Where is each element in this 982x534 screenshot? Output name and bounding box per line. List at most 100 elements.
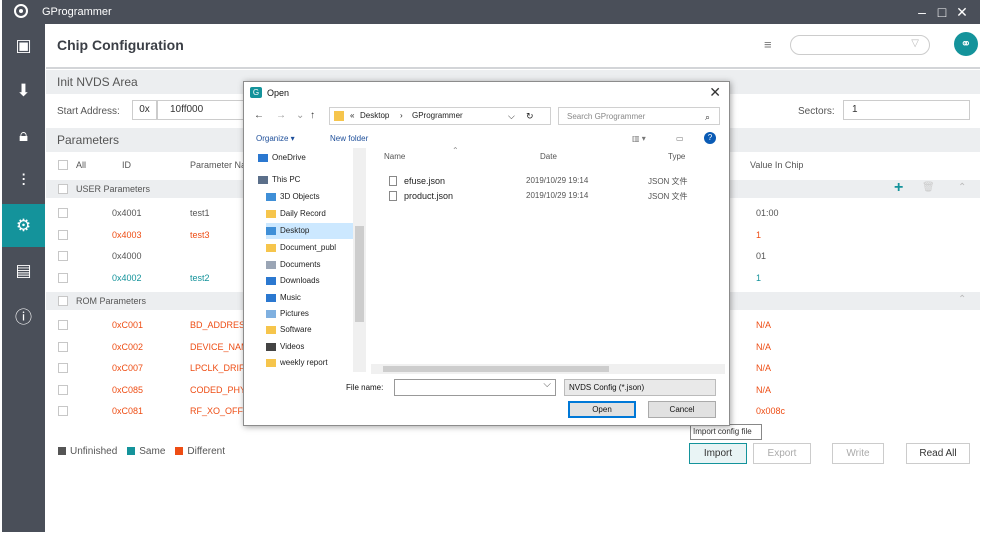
tree-item-software[interactable]: Software (266, 322, 354, 338)
tree-scrollbar[interactable] (353, 148, 366, 372)
row-checkbox[interactable] (58, 341, 68, 352)
row-checkbox[interactable] (58, 406, 68, 416)
forward-icon[interactable]: → (276, 110, 286, 121)
minimize-button[interactable]: – (912, 1, 932, 23)
new-folder-button[interactable]: New folder (330, 134, 368, 143)
tree-item-onedrive[interactable]: OneDrive (258, 150, 354, 166)
tree-item-this-pc[interactable]: This PC (258, 172, 354, 188)
select-all-checkbox[interactable] (58, 160, 68, 170)
row-checkbox[interactable] (58, 363, 68, 373)
row-checkbox[interactable] (58, 229, 68, 240)
folder-icon (266, 192, 276, 201)
sidebar-item-info[interactable]: ⓘ (2, 294, 45, 337)
help-icon[interactable]: ? (704, 132, 716, 144)
row-checkbox[interactable] (58, 208, 68, 218)
refresh-icon[interactable]: ↻ (526, 111, 534, 122)
row-checkbox[interactable] (58, 272, 68, 283)
close-button[interactable]: ✕ (952, 1, 972, 23)
tree-item-music[interactable]: Music (266, 290, 354, 306)
param-id: 0xC081 (112, 406, 144, 416)
legend-unfinished: Unfinished (58, 446, 117, 457)
group-checkbox[interactable] (58, 296, 68, 306)
dialog-close-icon[interactable]: ✕ (709, 84, 721, 101)
tree-item-desktop[interactable]: Desktop (266, 223, 354, 239)
up-icon[interactable]: ↑ (310, 110, 315, 121)
param-id: 0x4000 (112, 251, 142, 261)
col-date[interactable]: Date (540, 152, 557, 161)
collapse-icon[interactable]: ⌃ (958, 182, 966, 193)
path-bar[interactable]: « Desktop › GProgrammer ⌵ ↻ (329, 107, 551, 125)
file-name-label: File name: (346, 383, 384, 392)
read-all-button[interactable]: Read All (906, 443, 970, 464)
maximize-button[interactable]: □ (932, 1, 952, 23)
collapse-icon[interactable]: ⌃ (958, 294, 966, 305)
write-button[interactable]: Write (832, 443, 884, 464)
add-icon[interactable]: + (894, 179, 903, 197)
folder-icon (266, 226, 276, 235)
sidebar-item-chip-config[interactable]: ⚙ (2, 204, 45, 247)
tree-item-3d-objects[interactable]: 3D Objects (266, 189, 354, 205)
dialog-nav-bar: ← → ⌄ ↑ « Desktop › GProgrammer ⌵ ↻ Sear… (244, 104, 729, 128)
sidebar-item-clipboard[interactable]: ▤ (2, 249, 45, 292)
param-value: N/A (756, 320, 772, 330)
row-checkbox[interactable] (58, 320, 68, 330)
param-name: test2 (190, 272, 210, 283)
organize-menu[interactable]: Organize ▾ (256, 134, 295, 143)
file-type-select[interactable]: NVDS Config (*.json) (564, 379, 716, 396)
tree-item-pictures[interactable]: Pictures (266, 306, 354, 322)
param-name: CODED_PHY_ (190, 384, 252, 395)
row-checkbox[interactable] (58, 384, 68, 395)
tree-item-videos[interactable]: Videos (266, 339, 354, 355)
sidebar-item-chip[interactable]: ▣ (2, 24, 45, 67)
param-value: N/A (756, 384, 772, 395)
search-input[interactable]: ▽ (790, 35, 930, 55)
sidebar-item-download[interactable]: ⬇ (2, 69, 45, 112)
path-sep: › (400, 111, 403, 120)
import-button[interactable]: Import (689, 443, 747, 464)
app-logo-icon (14, 4, 28, 18)
sidebar-item-lock[interactable]: 🔒︎ (2, 114, 45, 157)
dialog-search-placeholder: Search GProgrammer (567, 112, 646, 121)
view-options-icon[interactable]: ▥ ▾ (632, 134, 646, 143)
trash-icon[interactable]: 🗑︎ (922, 182, 935, 193)
row-checkbox[interactable] (58, 251, 68, 261)
tree-item-weekly-report[interactable]: weekly report (266, 355, 354, 371)
recent-icon[interactable]: ⌄ (296, 110, 304, 121)
group-checkbox[interactable] (58, 184, 68, 194)
list-filter-icon[interactable]: ≡ (764, 37, 772, 52)
preview-pane-icon[interactable]: ▭ (676, 134, 684, 143)
tree-item-document-publ[interactable]: Document_publ (266, 240, 354, 256)
address-prefix: 0x (132, 100, 157, 120)
path-desktop[interactable]: Desktop (360, 111, 389, 120)
dialog-search-input[interactable]: Search GProgrammer ⌕ (558, 107, 720, 125)
connect-link-button[interactable]: ⚭ (954, 32, 978, 56)
start-address-input[interactable]: 10ff000 (157, 100, 247, 120)
nav-tree: OneDrive This PC 3D Objects Daily Record Des… (248, 150, 368, 372)
file-name-input[interactable] (394, 379, 556, 396)
file-list-hscroll[interactable] (371, 364, 725, 374)
col-type[interactable]: Type (668, 152, 685, 161)
param-name: test1 (190, 208, 210, 218)
cancel-button[interactable]: Cancel (648, 401, 716, 418)
path-dropdown-icon[interactable]: ⌵ (508, 111, 515, 122)
param-name: LPCLK_DRIFT (190, 363, 251, 373)
sectors-input[interactable]: 1 (843, 100, 970, 120)
folder-icon (258, 175, 268, 184)
tree-item-downloads[interactable]: Downloads (266, 273, 354, 289)
back-icon[interactable]: ← (254, 110, 264, 121)
export-button[interactable]: Export (753, 443, 811, 464)
col-name[interactable]: Name (384, 152, 405, 161)
tools-icon: ⫶ (21, 170, 26, 190)
page-title: Chip Configuration (57, 37, 184, 53)
clipboard-icon: ▤ (15, 260, 32, 280)
group-label: ROM Parameters (76, 296, 147, 306)
tree-item-documents[interactable]: Documents (266, 257, 354, 273)
open-button[interactable]: Open (568, 401, 636, 418)
tree-item-daily-record[interactable]: Daily Record (266, 206, 354, 222)
page-header: Chip Configuration ≡ ▽ ⚭ (46, 24, 980, 69)
dialog-command-bar: Organize ▾ New folder ▥ ▾ ▭ ? (244, 128, 729, 148)
path-gprogrammer[interactable]: GProgrammer (412, 111, 463, 120)
sidebar-item-tools[interactable]: ⫶ (2, 159, 45, 202)
param-value: 1 (756, 229, 762, 240)
dialog-title-bar: G Open ✕ (244, 82, 729, 104)
